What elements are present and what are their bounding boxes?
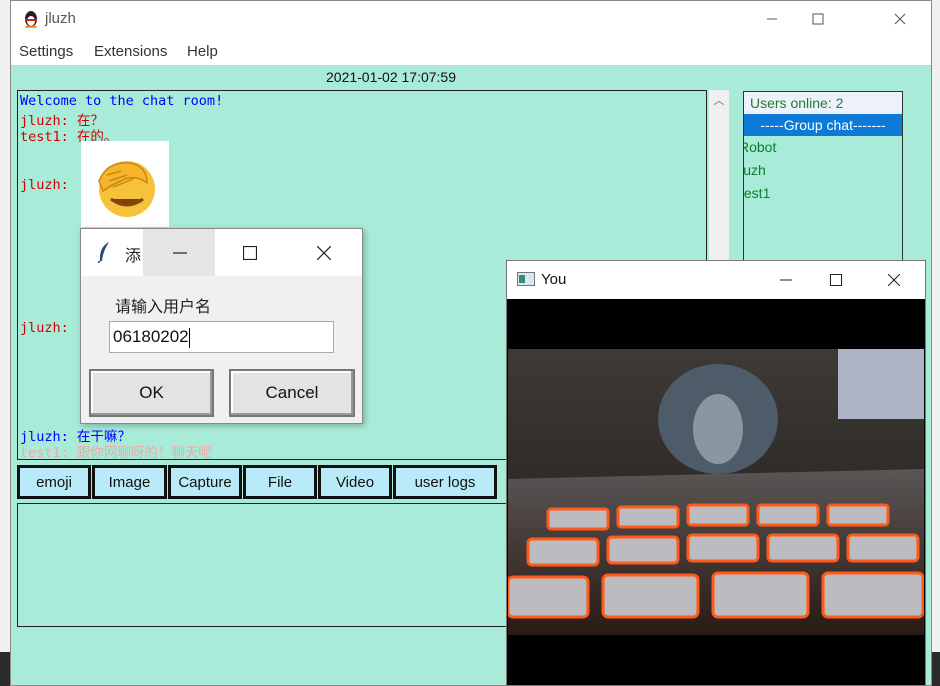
maximize-button[interactable] — [795, 1, 841, 37]
penguin-icon — [25, 11, 37, 28]
minimize-icon — [173, 252, 187, 254]
title-bar[interactable]: jluzh — [11, 1, 931, 37]
user-item[interactable]: test1 — [744, 185, 770, 201]
dialog-close-button[interactable] — [285, 229, 362, 276]
minimize-button[interactable] — [749, 1, 795, 37]
video-maximize-button[interactable] — [813, 261, 859, 299]
username-dialog: 添 请输入用户名 06180202 OK Cancel — [80, 228, 363, 424]
menu-extensions[interactable]: Extensions — [94, 43, 167, 60]
username-input[interactable]: 06180202 — [109, 321, 334, 353]
menu-settings[interactable]: Settings — [19, 43, 73, 60]
feather-icon — [97, 242, 109, 263]
window-title: jluzh — [45, 10, 76, 27]
user-item[interactable]: Robot — [744, 139, 776, 155]
video-window: You — [506, 260, 926, 686]
maximize-icon — [243, 246, 257, 260]
chat-message: test1: 跟你网聊呀的！聊天呢 — [20, 445, 212, 461]
chat-message: jluzh: — [20, 177, 69, 193]
close-icon — [888, 274, 900, 286]
timestamp: 2021-01-02 17:07:59 — [326, 69, 456, 85]
users-online-list[interactable]: Users online: 2 -----Group chat------- R… — [743, 91, 903, 266]
window-app-icon — [517, 272, 535, 286]
username-input-value: 06180202 — [113, 327, 189, 346]
close-icon — [894, 13, 906, 25]
dialog-maximize-button[interactable] — [215, 229, 285, 276]
video-close-button[interactable] — [871, 261, 917, 299]
chat-message: Welcome to the chat room! — [20, 93, 224, 109]
dialog-title-bar[interactable]: 添 — [81, 229, 362, 276]
close-icon — [317, 246, 331, 260]
webcam-frame — [508, 349, 924, 635]
minimize-icon — [767, 18, 777, 20]
minimize-icon — [780, 279, 792, 281]
users-online-header: Users online: 2 — [744, 92, 902, 114]
text-cursor — [188, 327, 190, 348]
file-button[interactable]: File — [243, 465, 317, 499]
emoji-button[interactable]: emoji — [17, 465, 91, 499]
video-window-title: You — [541, 271, 567, 288]
group-chat-item[interactable]: -----Group chat------- — [744, 114, 902, 136]
menu-help[interactable]: Help — [187, 43, 218, 60]
user-logs-button[interactable]: user logs — [393, 465, 497, 499]
dialog-minimize-button[interactable] — [143, 229, 215, 276]
scroll-up-arrow-icon[interactable]: ︿ — [711, 92, 727, 108]
maximize-icon — [830, 274, 842, 286]
dialog-title: 添 — [125, 248, 142, 265]
emoji-image — [81, 141, 169, 227]
maximize-icon — [812, 13, 824, 25]
chat-toolbar: emoji Image Capture File Video user logs — [17, 463, 507, 503]
capture-button[interactable]: Capture — [168, 465, 242, 499]
ok-button[interactable]: OK — [89, 369, 214, 417]
menu-bar: Settings Extensions Help — [11, 37, 931, 66]
cancel-button[interactable]: Cancel — [229, 369, 355, 417]
dialog-prompt: 请输入用户名 — [115, 299, 212, 316]
close-button[interactable] — [877, 1, 923, 37]
user-item[interactable]: jluzh — [744, 162, 766, 178]
chat-message: jluzh: — [20, 320, 69, 336]
video-button[interactable]: Video — [318, 465, 392, 499]
image-button[interactable]: Image — [92, 465, 167, 499]
video-minimize-button[interactable] — [763, 261, 809, 299]
message-input[interactable] — [17, 503, 511, 627]
facepalm-emoji-icon — [98, 161, 155, 217]
webcam-image — [508, 349, 924, 635]
video-title-bar[interactable]: You — [507, 261, 925, 299]
